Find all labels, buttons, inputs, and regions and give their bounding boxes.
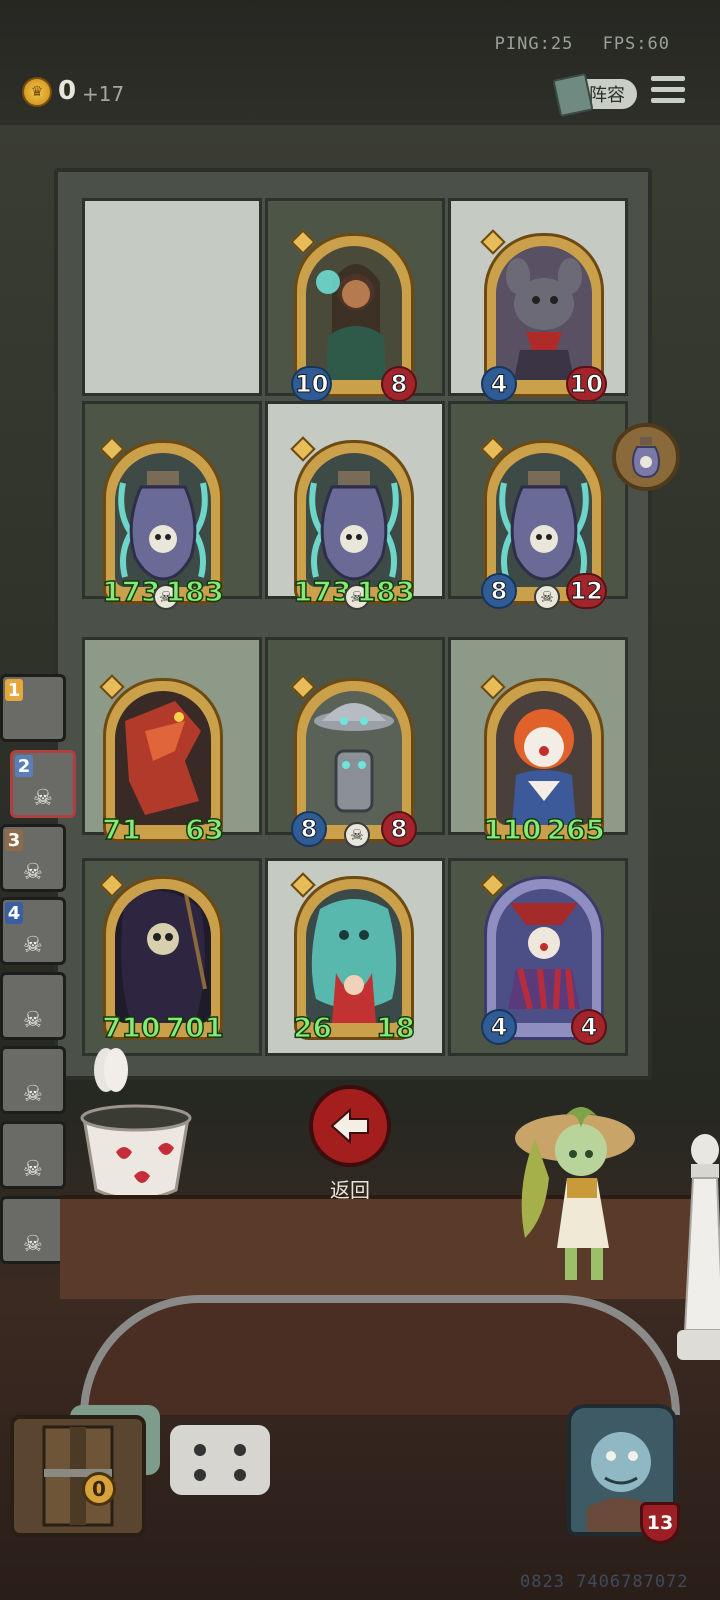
formation-button-label: 阵容: [589, 85, 625, 106]
skull-icon: ☠: [23, 1157, 43, 1182]
back-button[interactable]: [309, 1085, 391, 1167]
board-cell[interactable]: [82, 198, 262, 396]
roster-rank: 2: [15, 755, 33, 777]
network-stats: PING:25 FPS:60: [477, 34, 670, 54]
hamburger-menu-icon[interactable]: [651, 76, 685, 110]
loot-chest[interactable]: [10, 1415, 146, 1537]
hero-health: 13: [640, 1502, 680, 1544]
grim-reaper-portrait: [115, 889, 211, 1023]
unit-card-grim-reaper[interactable]: 710 701: [99, 872, 225, 1044]
roster-player-8[interactable]: ☠: [0, 1196, 66, 1264]
rat-bandit-portrait: [496, 246, 592, 380]
skull-icon: ☠: [33, 786, 53, 811]
skull-icon: ☠: [23, 1232, 43, 1257]
soul-jar-portrait: [496, 453, 592, 587]
unit-attack: 4: [481, 1009, 517, 1045]
unit-health: 12: [565, 573, 607, 609]
unit-health: 10: [565, 366, 607, 402]
skull-icon: ☠: [23, 933, 43, 958]
unit-card-soul-jar[interactable]: 173 ☠ 183: [290, 436, 416, 610]
gold-income: +17: [82, 82, 125, 106]
ghost-wraith-portrait: [306, 889, 402, 1023]
unit-attack: 8: [291, 811, 327, 847]
unit-attack: 10: [291, 366, 333, 402]
session-id: 0823 7406787072: [520, 1572, 689, 1592]
unit-health: 265: [546, 812, 606, 847]
unit-card-trash-can-robot[interactable]: 8 ☠ 8: [290, 674, 417, 848]
skull-icon: ☠: [344, 822, 370, 848]
ping-label: PING:25: [494, 34, 574, 54]
unit-card-knife-clown[interactable]: 110 265: [480, 674, 606, 846]
coin-icon: ♛: [22, 77, 52, 107]
unit-card-ghost-wraith[interactable]: 26 18: [290, 872, 416, 1044]
roster-rank: 4: [5, 902, 23, 924]
knife-clown-portrait: [496, 691, 592, 825]
unit-health: 18: [375, 1010, 415, 1045]
arrow-left-icon: [330, 1107, 369, 1145]
mystic-woman-portrait: [306, 246, 402, 380]
roster-rank: 1: [5, 679, 23, 701]
leaf-girl-character: [515, 1107, 635, 1280]
roster-rank: 3: [5, 829, 23, 851]
unit-health: 183: [356, 574, 416, 609]
unit-card-red-mech-dragon[interactable]: 71 63: [99, 674, 225, 846]
unit-card-rat-bandit[interactable]: 4 10: [480, 229, 607, 402]
unit-attack: 26: [292, 1010, 332, 1045]
unit-attack: 8: [481, 573, 517, 609]
potion-icon: [632, 437, 660, 479]
skull-icon: ☠: [534, 584, 560, 610]
chess-piece-decoration: [677, 1134, 720, 1360]
roster-player-7[interactable]: ☠: [0, 1121, 66, 1189]
unit-card-striped-clown[interactable]: 44: [480, 872, 607, 1045]
trash-can-robot-portrait: [306, 691, 402, 825]
unit-health: 63: [184, 812, 224, 847]
unit-health: 8: [381, 366, 417, 402]
chest-count: 0: [82, 1472, 116, 1506]
potion-button[interactable]: [612, 423, 680, 491]
teacup-decoration: [80, 1048, 192, 1201]
unit-attack: 4: [481, 366, 517, 402]
soul-jar-portrait: [115, 453, 211, 587]
roster-player-5[interactable]: ☠: [0, 972, 66, 1040]
unit-attack: 71: [101, 812, 141, 847]
unit-card-soul-jar[interactable]: 173 ☠ 183: [99, 436, 225, 610]
striped-clown-portrait: [496, 889, 592, 1023]
unit-health: 8: [381, 811, 417, 847]
unit-health: 183: [165, 574, 225, 609]
gold-amount: 0: [58, 76, 77, 106]
roster-player-4[interactable]: 4 ☠: [0, 897, 66, 965]
skull-icon: ☠: [23, 1008, 43, 1033]
roster-player-2[interactable]: 2 ☠: [10, 750, 76, 818]
unit-attack: 110: [482, 812, 542, 847]
fps-label: FPS:60: [602, 34, 670, 54]
roster-player-1[interactable]: 1: [0, 674, 66, 742]
chest-icon: [42, 1425, 114, 1527]
unit-card-soul-jar[interactable]: 8 ☠ 12: [480, 436, 607, 610]
unit-health: 4: [571, 1009, 607, 1045]
roster-player-3[interactable]: 3 ☠: [0, 824, 66, 892]
roster-player-6[interactable]: ☠: [0, 1046, 66, 1114]
soul-jar-portrait: [306, 453, 402, 587]
red-mech-dragon-portrait: [115, 691, 211, 825]
back-button-label: 返回: [330, 1178, 370, 1202]
skull-icon: ☠: [23, 860, 43, 885]
unit-card-mystic-woman[interactable]: 10 8: [290, 229, 417, 402]
skull-icon: ☠: [23, 1082, 43, 1107]
